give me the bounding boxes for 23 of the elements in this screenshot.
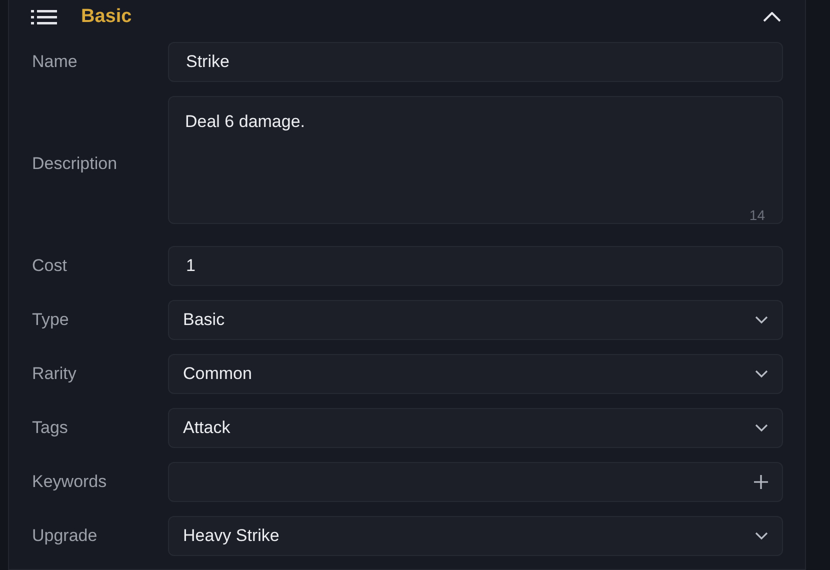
field-label: Description <box>32 153 118 176</box>
text-field[interactable]: 1 <box>168 246 783 286</box>
field-label: Keywords <box>32 471 108 494</box>
chevron-down-icon <box>755 424 768 432</box>
field-label: Upgrade <box>32 525 98 548</box>
chevron-down-icon <box>755 316 768 324</box>
text-field[interactable]: Strike <box>168 42 783 82</box>
dropdown[interactable]: Attack <box>168 408 783 448</box>
field-label: Rarity <box>32 363 78 386</box>
add-icon[interactable] <box>754 475 768 489</box>
field-label: Tags <box>32 417 69 440</box>
character-count: 14 <box>749 206 765 225</box>
dropdown[interactable]: Basic <box>168 300 783 340</box>
dropdown[interactable]: Common <box>168 354 783 394</box>
chevron-down-icon <box>755 532 768 540</box>
section-title: Basic <box>81 4 132 29</box>
field-label: Name <box>32 51 78 74</box>
list-icon <box>31 9 57 25</box>
dropdown[interactable]: Heavy Strike <box>168 516 783 556</box>
chevron-down-icon <box>755 370 768 378</box>
field-label: Type <box>32 309 70 332</box>
keywords-field[interactable] <box>168 462 783 502</box>
field-label: Cost <box>32 255 68 278</box>
